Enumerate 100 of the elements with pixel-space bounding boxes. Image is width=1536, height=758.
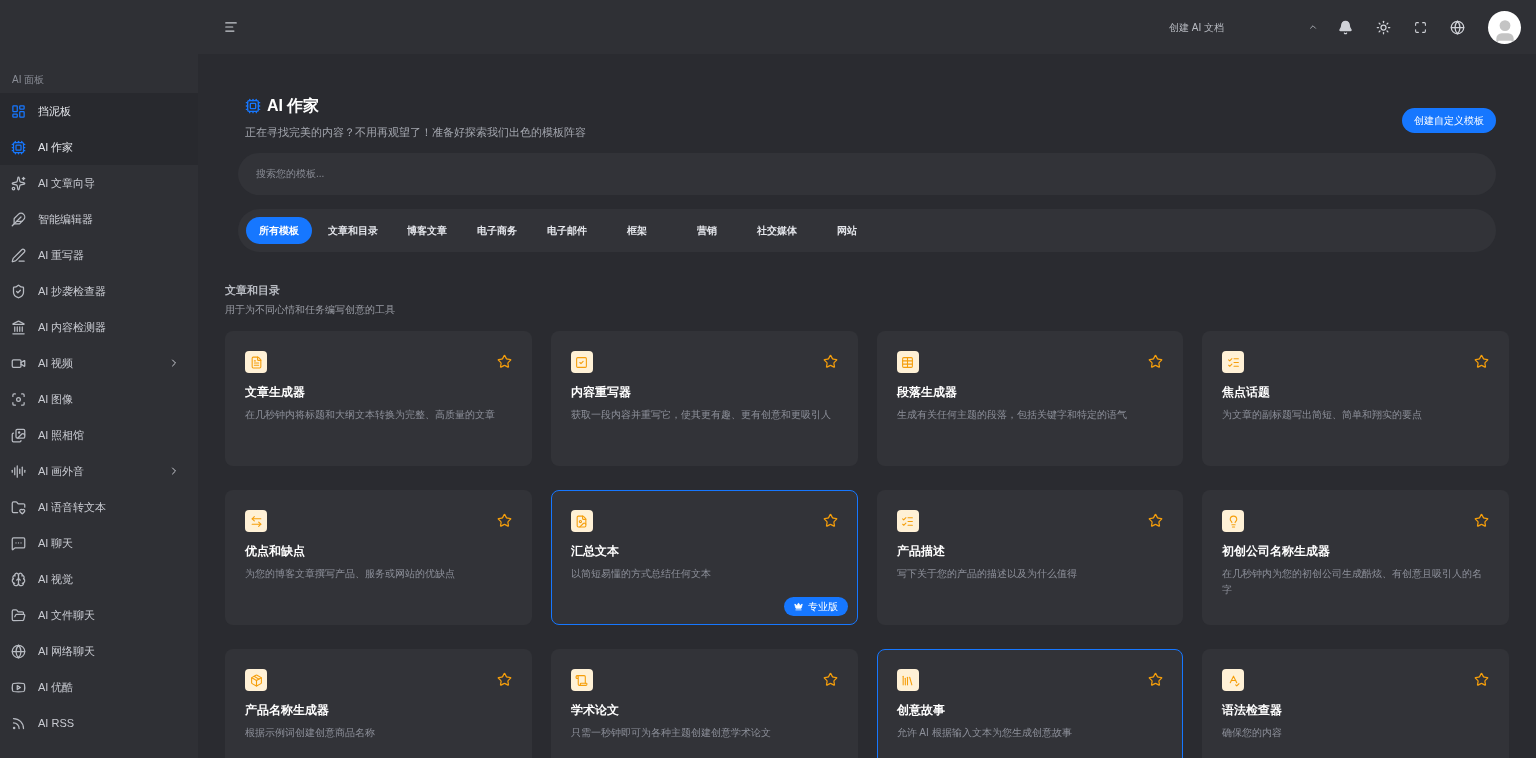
chip-icon (245, 98, 261, 114)
notification-bell-icon[interactable] (1338, 19, 1353, 35)
brain-icon (11, 571, 26, 587)
template-card[interactable]: 创意故事 允许 AI 根据输入文本为您生成创意故事 (876, 649, 1184, 758)
checklist-icon (896, 510, 919, 532)
sidebar-item[interactable]: AI 视频 (0, 345, 198, 381)
template-card[interactable]: 段落生成器 生成有关任何主题的段落，包括关键字和特定的语气 (876, 331, 1184, 466)
category-tab[interactable]: 电子商务 (464, 216, 530, 244)
card-description: 在几秒钟内将标题和大纲文本转换为完整、高质量的文章 (245, 408, 496, 422)
template-card[interactable]: 汇总文本 以简短易懂的方式总结任何文本 专业版 (550, 490, 858, 625)
checkbox-icon (570, 351, 593, 373)
star-icon[interactable] (496, 513, 512, 528)
sidebar-item[interactable]: AI 作家 (0, 129, 198, 165)
card-title: 学术论文 (570, 702, 620, 719)
feather-icon (11, 211, 26, 227)
card-title: 初创公司名称生成器 (1222, 543, 1332, 560)
category-tab[interactable]: 文章和目录 (316, 216, 390, 244)
sidebar-item[interactable]: AI 文件聊天 (0, 597, 198, 633)
star-icon[interactable] (1474, 513, 1489, 528)
star-icon[interactable] (1474, 354, 1489, 369)
card-description: 写下关于您的产品的描述以及为什么值得 (896, 567, 1078, 581)
scroll-icon (570, 669, 593, 691)
spell-check-icon (1222, 669, 1245, 691)
sidebar-item[interactable]: AI 视觉 (0, 561, 198, 597)
sidebar-item[interactable]: AI 网络聊天 (0, 633, 198, 669)
sidebar-item[interactable]: AI 重写器 (0, 237, 198, 273)
template-card[interactable]: 产品名称生成器 根据示例词创建创意商品名称 (225, 649, 532, 758)
avatar[interactable] (1488, 10, 1521, 44)
template-card[interactable]: 焦点话题 为文章的副标题写出简短、简单和翔实的要点 (1202, 331, 1509, 466)
card-description: 确保您的内容 (1222, 726, 1284, 740)
sidebar-item[interactable]: AI 画外音 (0, 453, 198, 489)
sidebar-item[interactable]: 智能编辑器 (0, 201, 198, 237)
audio-wave-icon (11, 463, 26, 479)
card-description: 在几秒钟内为您的初创公司生成酷炫、有创意且吸引人的名字 (1222, 567, 1484, 597)
package-icon (245, 669, 267, 691)
arrows-icon (245, 510, 267, 532)
sun-icon[interactable] (1376, 19, 1391, 35)
star-icon[interactable] (496, 672, 512, 687)
category-tab[interactable]: 营销 (674, 216, 740, 244)
template-card[interactable]: 优点和缺点 为您的博客文章撰写产品、服务或网站的优缺点 (225, 490, 532, 625)
globe-icon[interactable] (1450, 19, 1465, 35)
sidebar-item[interactable]: AI 优酷 (0, 669, 198, 705)
page-subtitle: 正在寻找完美的内容？不用再观望了！准备好探索我们出色的模板阵容 (245, 125, 586, 140)
star-icon[interactable] (1148, 672, 1164, 687)
lightbulb-icon (1222, 510, 1245, 532)
template-card[interactable]: 语法检查器 确保您的内容 (1202, 649, 1509, 758)
category-tab[interactable]: 网站 (814, 216, 880, 244)
category-tab[interactable]: 电子邮件 (534, 216, 600, 244)
create-document-dropdown[interactable]: 创建 AI 文档 (1169, 19, 1318, 35)
chat-icon (11, 535, 26, 551)
pro-badge: 专业版 (783, 597, 848, 616)
star-icon[interactable] (1148, 513, 1164, 528)
card-description: 为文章的副标题写出简短、简单和翔实的要点 (1222, 408, 1424, 422)
create-template-button[interactable]: 创建自定义模板 (1402, 108, 1496, 133)
chevron-icon (1308, 22, 1318, 32)
card-title: 文章生成器 (245, 384, 306, 401)
star-icon[interactable] (1474, 672, 1489, 687)
table-icon (896, 351, 919, 373)
page-title: AI 作家 (267, 96, 320, 116)
sidebar-item[interactable]: AI 图像 (0, 381, 198, 417)
menu-icon[interactable] (224, 20, 238, 34)
section-subtitle: 用于为不同心情和任务编写创意的工具 (225, 303, 396, 317)
category-tab[interactable]: 框架 (604, 216, 670, 244)
star-icon[interactable] (496, 354, 512, 369)
card-title: 语法检查器 (1222, 702, 1284, 719)
card-title: 创意故事 (896, 702, 946, 719)
search-field[interactable]: 搜索您的模板... (238, 152, 1496, 195)
star-icon[interactable] (1148, 354, 1164, 369)
star-icon[interactable] (822, 672, 838, 687)
sidebar-item[interactable]: AI 语音转文本 (0, 489, 198, 525)
card-description: 根据示例词创建创意商品名称 (245, 726, 376, 740)
star-icon[interactable] (822, 354, 838, 369)
template-card[interactable]: 产品描述 写下关于您的产品的描述以及为什么值得 (876, 490, 1184, 625)
category-tab[interactable]: 所有模板 (246, 216, 312, 244)
star-icon[interactable] (822, 513, 838, 528)
building-icon (11, 319, 26, 335)
card-description: 为您的博客文章撰写产品、服务或网站的优缺点 (245, 567, 456, 581)
card-description: 以简短易懂的方式总结任何文本 (570, 567, 712, 581)
sidebar-item[interactable]: AI 抄袭检查器 (0, 273, 198, 309)
template-card[interactable]: 初创公司名称生成器 在几秒钟内为您的初创公司生成酷炫、有创意且吸引人的名字 (1202, 490, 1509, 625)
sidebar-item[interactable]: AI RSS (0, 705, 198, 741)
category-tab[interactable]: 社交媒体 (744, 216, 810, 244)
sidebar-item[interactable]: 挡泥板 (0, 93, 198, 129)
sidebar-item[interactable]: AI 内容检测器 (0, 309, 198, 345)
sidebar-item[interactable]: AI 照相馆 (0, 417, 198, 453)
category-tab[interactable]: 博客文章 (394, 216, 460, 244)
template-card[interactable]: 文章生成器 在几秒钟内将标题和大纲文本转换为完整、高质量的文章 (225, 331, 532, 466)
images-icon (11, 427, 26, 443)
card-title: 段落生成器 (896, 384, 958, 401)
section-title: 文章和目录 (225, 282, 281, 298)
scan-frame-icon (11, 391, 26, 407)
chip-icon (11, 139, 26, 155)
card-title: 产品名称生成器 (245, 702, 330, 719)
sidebar-item[interactable]: AI 文章向导 (0, 165, 198, 201)
rss-icon (11, 715, 26, 731)
sidebar-item[interactable]: AI 聊天 (0, 525, 198, 561)
card-title: 内容重写器 (570, 384, 632, 401)
globe-icon (11, 643, 26, 659)
card-title: 焦点话题 (1222, 384, 1272, 401)
fullscreen-icon[interactable] (1414, 20, 1427, 34)
